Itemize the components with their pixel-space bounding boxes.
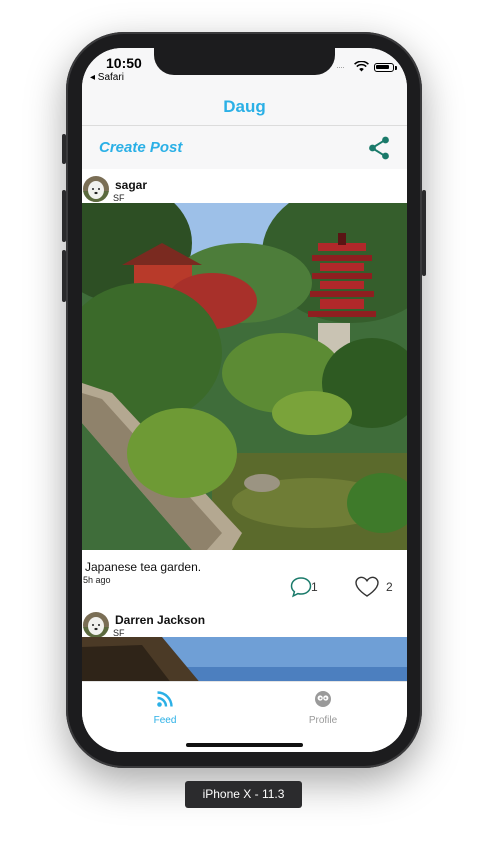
post-card: sagar SF Japanese tea garden. 5h ago 1 2 xyxy=(82,169,407,607)
post-header: sagar SF xyxy=(82,169,407,203)
post-photo[interactable] xyxy=(82,183,407,550)
comment-icon xyxy=(290,577,312,598)
avatar[interactable] xyxy=(83,176,109,202)
post-caption: Japanese tea garden. xyxy=(85,560,202,574)
post-timestamp: 5h ago xyxy=(83,575,111,585)
post-header: Darren Jackson SF xyxy=(82,607,407,641)
battery-cap xyxy=(395,66,397,70)
profile-icon xyxy=(315,691,331,707)
cellular-signal-icon: ···· xyxy=(336,62,345,72)
share-icon[interactable] xyxy=(366,135,392,161)
tab-bar: Feed Profile xyxy=(82,681,407,752)
power-button xyxy=(422,190,426,276)
heart-icon xyxy=(355,576,379,597)
battery-icon xyxy=(374,63,394,72)
post-card: Darren Jackson SF xyxy=(82,607,407,681)
phone-screen: 10:50 ◂ Safari ···· Daug Create Post sag… xyxy=(82,48,407,752)
tab-feed-label: Feed xyxy=(153,715,177,726)
post-photo[interactable] xyxy=(82,637,407,681)
navigation-bar: Daug xyxy=(82,88,407,126)
page-title: Daug xyxy=(223,97,266,116)
home-indicator[interactable] xyxy=(186,743,303,747)
tab-profile[interactable]: Profile xyxy=(273,688,373,728)
tab-profile-label: Profile xyxy=(308,715,338,726)
create-post-bar: Create Post xyxy=(82,126,407,169)
feed-list[interactable]: sagar SF Japanese tea garden. 5h ago 1 2… xyxy=(82,169,407,681)
rss-icon xyxy=(157,691,173,707)
post-username[interactable]: sagar xyxy=(115,178,147,192)
back-to-safari-link[interactable]: ◂ Safari xyxy=(90,72,124,83)
avatar[interactable] xyxy=(83,612,109,638)
create-post-button[interactable]: Create Post xyxy=(99,139,182,156)
post-username[interactable]: Darren Jackson xyxy=(115,613,205,627)
comment-button[interactable]: 1 xyxy=(289,575,329,599)
tab-feed[interactable]: Feed xyxy=(115,688,215,728)
like-button[interactable]: 2 xyxy=(354,575,399,599)
status-time: 10:50 xyxy=(106,55,142,71)
device-label: iPhone X - 11.3 xyxy=(185,781,302,808)
comment-count: 1 xyxy=(311,580,318,594)
notch xyxy=(154,48,335,75)
post-location: SF xyxy=(113,193,125,203)
wifi-icon xyxy=(354,61,369,72)
volume-down-button xyxy=(62,250,66,302)
post-footer: Japanese tea garden. 5h ago 1 2 xyxy=(82,555,407,607)
volume-up-button xyxy=(62,190,66,242)
mute-switch xyxy=(62,134,66,164)
like-count: 2 xyxy=(386,580,393,594)
